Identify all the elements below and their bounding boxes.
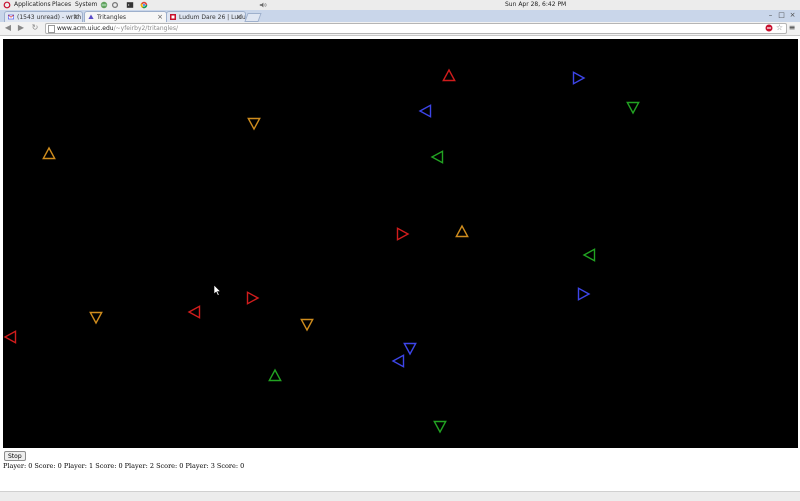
red-triangle-right	[246, 291, 260, 305]
gear-icon[interactable]	[111, 1, 119, 9]
reload-icon[interactable]: ↻	[30, 23, 40, 33]
chrome-icon[interactable]	[140, 1, 148, 9]
green-triangle-down	[433, 420, 447, 434]
applications-menu[interactable]: Applications	[14, 1, 51, 8]
green-triangle-left	[582, 248, 596, 262]
green-triangle-down	[626, 101, 640, 115]
page-icon	[48, 25, 55, 33]
back-icon[interactable]: ◀	[3, 23, 13, 33]
forward-icon[interactable]: ▶	[16, 23, 26, 33]
blue-triangle-right	[572, 71, 586, 85]
triangles-layer	[3, 68, 640, 434]
url-text: www.acm.uiuc.edu/~yfeirby2/tritangles/	[57, 25, 178, 32]
new-tab-button[interactable]	[244, 13, 262, 22]
close-tab-icon[interactable]: ×	[236, 13, 242, 21]
browser-toolbar: ◀ ▶ ↻ www.acm.uiuc.edu/~yfeirby2/tritang…	[0, 22, 800, 36]
system-menu[interactable]: System	[75, 1, 97, 8]
close-tab-icon[interactable]: ×	[73, 13, 79, 21]
url-path: /~yfeirby2/tritangles/	[113, 25, 178, 32]
tab-label: (1543 unread) - writh	[17, 14, 82, 21]
red-triangle-left	[3, 330, 17, 344]
maximize-icon[interactable]: □	[777, 11, 786, 20]
orange-triangle-down	[300, 318, 314, 332]
orange-triangle-down	[247, 117, 261, 131]
close-window-icon[interactable]: ×	[788, 11, 797, 20]
bookmark-star-icon[interactable]: ☆	[776, 23, 783, 32]
blue-triangle-right	[577, 287, 591, 301]
address-bar[interactable]: www.acm.uiuc.edu/~yfeirby2/tritangles/ ☆	[45, 23, 787, 34]
minimize-icon[interactable]: –	[766, 11, 775, 20]
mouse-cursor-icon	[214, 285, 222, 296]
red-triangle-up	[442, 68, 456, 82]
blue-triangle-left	[391, 354, 405, 368]
orange-triangle-up	[455, 224, 469, 238]
blue-triangle-down	[403, 342, 417, 356]
red-triangle-left	[187, 305, 201, 319]
mail-icon	[8, 14, 14, 20]
orange-triangle-down	[89, 311, 103, 325]
green-triangle-left	[430, 150, 444, 164]
url-host: www.acm.uiuc.edu	[57, 25, 114, 32]
stop-sign-icon[interactable]	[765, 24, 773, 32]
blue-triangle-left	[418, 104, 432, 118]
clock[interactable]: Sun Apr 28, 6:42 PM	[505, 1, 566, 8]
red-triangle-right	[396, 227, 410, 241]
volume-icon[interactable]	[259, 1, 267, 9]
game-canvas[interactable]	[3, 39, 798, 448]
stop-button[interactable]: Stop	[4, 451, 26, 461]
ludum-dare-icon	[170, 14, 176, 20]
terminal-icon[interactable]	[126, 1, 134, 9]
tab-label: Tritangles	[97, 14, 127, 21]
orange-triangle-up	[42, 146, 56, 160]
close-tab-icon[interactable]: ×	[157, 13, 163, 21]
globe-icon[interactable]	[100, 1, 108, 9]
debian-logo-icon[interactable]	[3, 1, 11, 9]
triangle-icon	[88, 14, 94, 19]
green-triangle-up	[268, 368, 282, 382]
scores-text: Player: 0 Score: 0 Player: 1 Score: 0 Pl…	[3, 462, 245, 470]
menu-icon[interactable]: ≡	[787, 23, 797, 33]
places-menu[interactable]: Places	[52, 1, 71, 8]
